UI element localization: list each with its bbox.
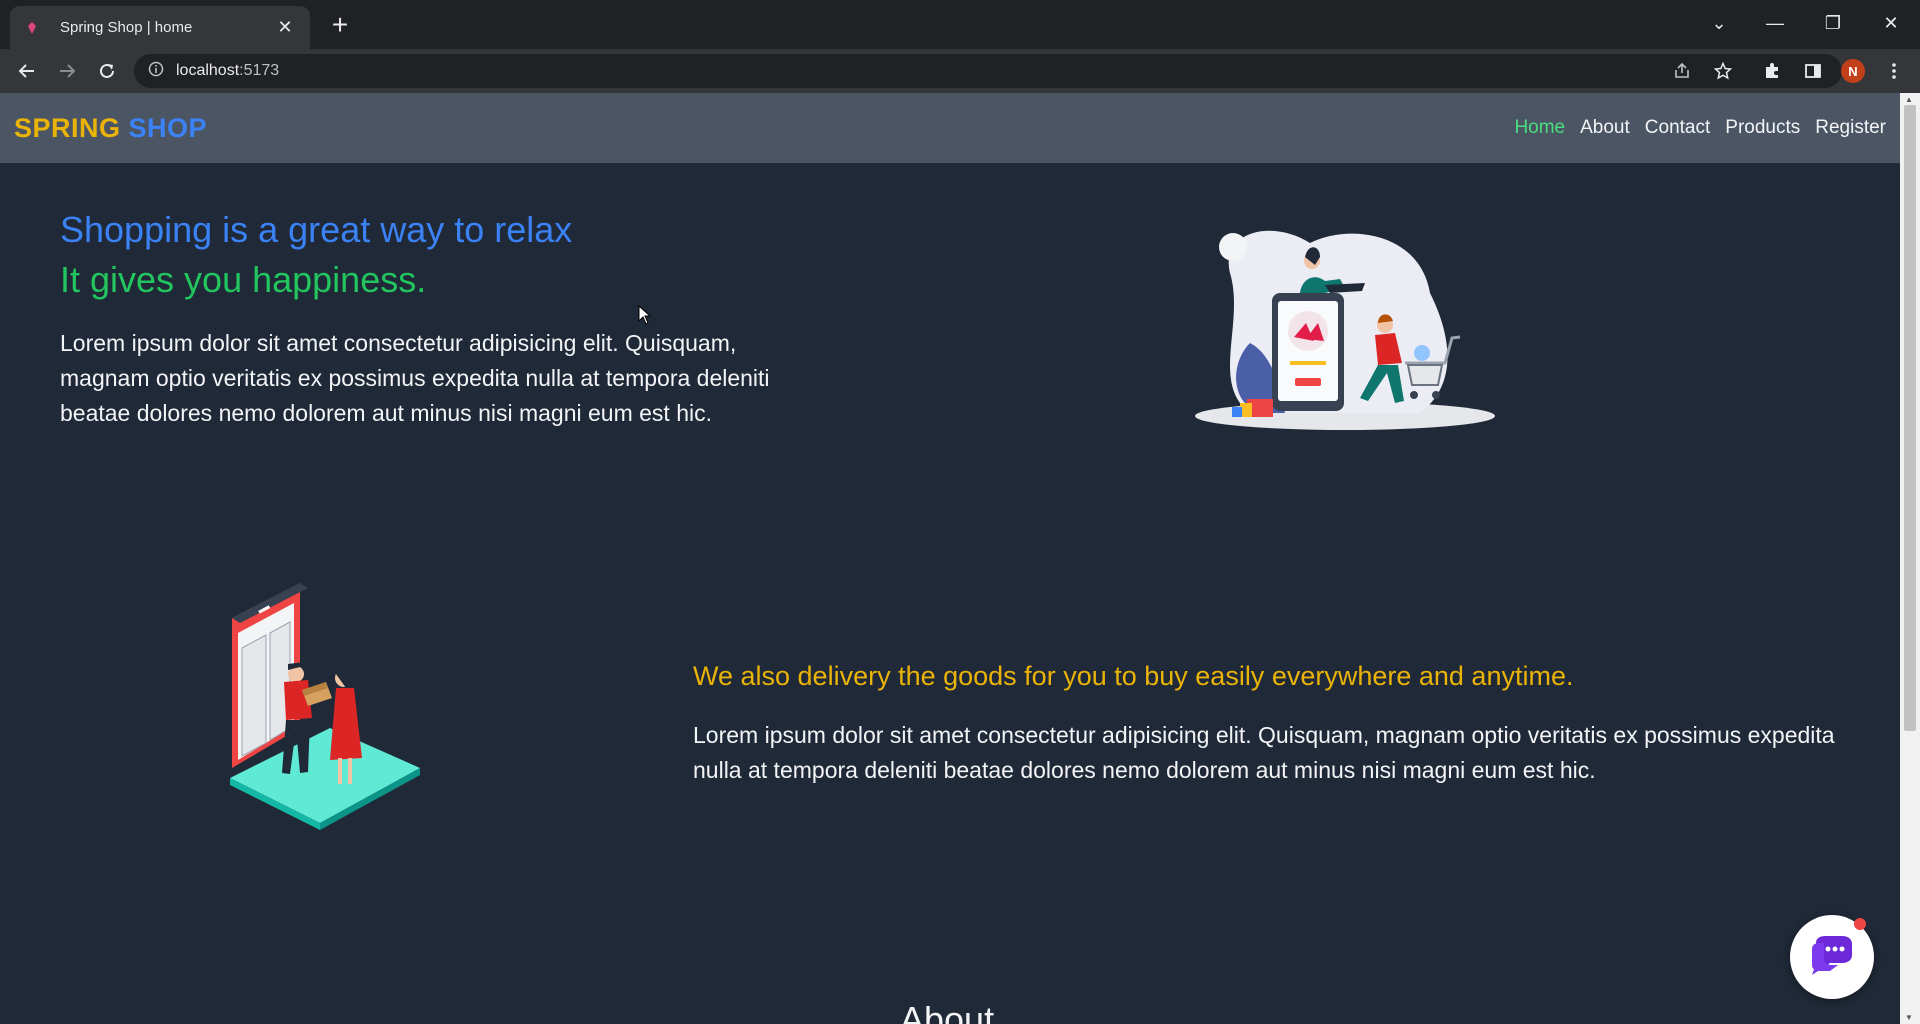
nav-links: Home About Contact Products Register — [1499, 117, 1886, 139]
hero-subtitle: It gives you happiness. — [60, 259, 427, 300]
mouse-cursor-icon — [638, 304, 652, 330]
chat-notification-badge — [1854, 918, 1866, 930]
delivery-text: Lorem ipsum dolor sit amet consectetur a… — [693, 722, 1835, 783]
nav-link-register[interactable]: Register — [1815, 117, 1886, 139]
side-panel-icon[interactable] — [1797, 55, 1829, 87]
scroll-down-icon[interactable]: ▼ — [1905, 1013, 1913, 1022]
minimize-button[interactable]: — — [1752, 8, 1798, 38]
about-heading: About — [900, 999, 995, 1024]
nav-link-home[interactable]: Home — [1514, 117, 1565, 139]
back-icon[interactable] — [11, 55, 43, 87]
brand-logo[interactable]: SPRING SHOP — [14, 113, 207, 144]
delivery-title: We also delivery the goods for you to bu… — [693, 661, 1574, 691]
page-content: SPRING SHOP Home About Contact Products … — [0, 93, 1900, 1024]
nav-link-about[interactable]: About — [1580, 117, 1630, 139]
address-bar[interactable]: localhost:5173 — [134, 54, 1842, 88]
menu-icon[interactable] — [1878, 55, 1910, 87]
restore-button[interactable]: ❐ — [1810, 8, 1856, 38]
forward-icon[interactable] — [51, 55, 83, 87]
favicon-icon — [24, 20, 40, 36]
scroll-up-icon[interactable]: ▲ — [1905, 95, 1913, 104]
site-navbar: SPRING SHOP Home About Contact Products … — [0, 93, 1900, 163]
hero-text: Lorem ipsum dolor sit amet consectetur a… — [60, 330, 770, 426]
browser-tab[interactable]: Spring Shop | home ✕ — [10, 6, 310, 49]
reload-icon[interactable] — [91, 55, 123, 87]
share-icon[interactable] — [1666, 55, 1698, 87]
extensions-icon[interactable] — [1756, 55, 1788, 87]
tab-title: Spring Shop | home — [60, 19, 193, 36]
nav-link-products[interactable]: Products — [1725, 117, 1800, 139]
browser-toolbar: localhost:5173 N — [0, 49, 1920, 93]
url-text: localhost:5173 — [176, 62, 280, 79]
new-tab-button[interactable]: + — [324, 10, 356, 42]
tab-close-icon[interactable]: ✕ — [274, 17, 296, 38]
page-scrollbar[interactable]: ▲ ▼ — [1900, 93, 1920, 1024]
star-icon[interactable] — [1707, 55, 1739, 87]
hero-title: Shopping is a great way to relax — [60, 209, 573, 250]
close-window-button[interactable]: ✕ — [1868, 8, 1914, 38]
browser-tabstrip: Spring Shop | home ✕ + ⌄ — ❐ ✕ — [0, 0, 1920, 49]
chat-icon — [1810, 935, 1854, 980]
tab-search-icon[interactable]: ⌄ — [1696, 8, 1742, 38]
delivery-illustration — [220, 578, 430, 848]
scrollbar-thumb[interactable] — [1904, 105, 1916, 731]
profile-avatar[interactable]: N — [1837, 55, 1869, 87]
info-icon[interactable] — [148, 61, 164, 82]
shopping-illustration — [1190, 213, 1500, 443]
nav-link-contact[interactable]: Contact — [1645, 117, 1710, 139]
